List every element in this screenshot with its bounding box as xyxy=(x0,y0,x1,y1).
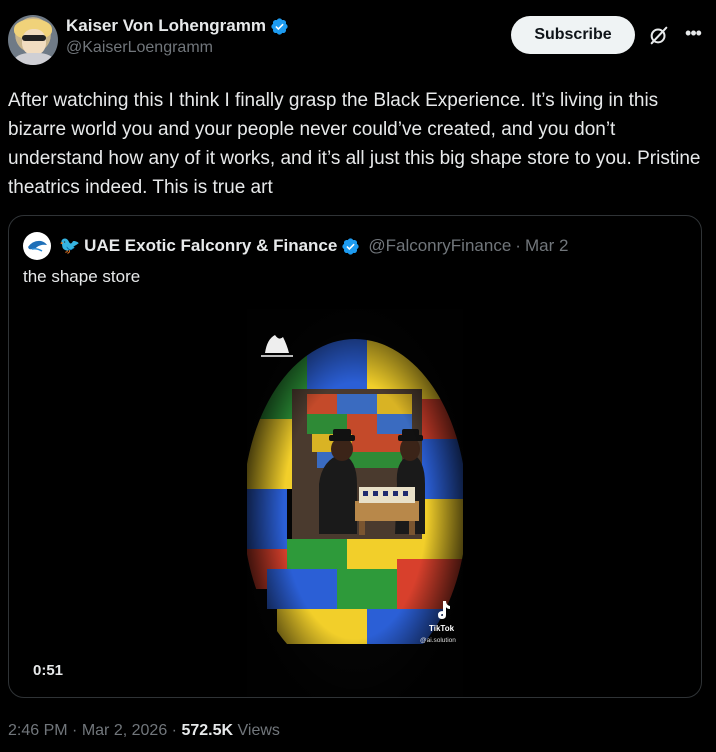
quoted-date[interactable]: Mar 2 xyxy=(525,236,568,256)
separator-dot: · xyxy=(171,722,177,739)
video-thumbnail: TikTok @ai.solution xyxy=(247,309,463,697)
quoted-tweet-text: the shape store xyxy=(23,267,141,286)
subscribe-button[interactable]: Subscribe xyxy=(511,16,635,54)
bird-emoji-icon: 🐦 xyxy=(59,236,81,255)
separator-dot: · xyxy=(515,236,521,255)
verified-badge-icon xyxy=(342,237,359,255)
author-name-block: Kaiser Von Lohengramm @KaiserLoengramm xyxy=(66,16,289,57)
video-duration-badge: 0:51 xyxy=(33,662,64,679)
tweet-text: After watching this I think I finally gr… xyxy=(8,90,701,198)
author-handle[interactable]: @KaiserLoengramm xyxy=(66,39,289,57)
quoted-tweet[interactable]: 🐦 UAE Exotic Falconry & Finance @Falconr… xyxy=(8,215,702,698)
quoted-display-name[interactable]: UAE Exotic Falconry & Finance xyxy=(84,236,337,256)
quoted-handle[interactable]: @FalconryFinance xyxy=(368,236,511,256)
quoted-tweet-header: 🐦 UAE Exotic Falconry & Finance @Falconr… xyxy=(23,232,568,260)
tweet-metadata: 2:46 PM · Mar 2, 2026 · 572.5K Views xyxy=(8,722,280,740)
tweet-header: Kaiser Von Lohengramm @KaiserLoengramm S… xyxy=(8,12,708,68)
author-avatar[interactable] xyxy=(8,15,58,65)
views-label: Views xyxy=(237,722,280,739)
more-horizontal-icon[interactable]: ••• xyxy=(680,22,706,48)
views-count: 572.5K xyxy=(181,722,234,739)
separator-dot: · xyxy=(72,722,78,739)
video-player[interactable]: TikTok @ai.solution xyxy=(247,309,463,697)
post-date[interactable]: Mar 2, 2026 xyxy=(82,722,167,739)
author-display-name[interactable]: Kaiser Von Lohengramm xyxy=(66,16,266,36)
verified-badge-icon xyxy=(271,17,288,35)
tiktok-watermark: TikTok xyxy=(429,624,455,633)
grok-icon[interactable] xyxy=(648,24,670,46)
post-time[interactable]: 2:46 PM xyxy=(8,722,68,739)
tiktok-watermark-user: @ai.solution xyxy=(420,637,456,644)
falcon-logo-icon[interactable] xyxy=(23,232,51,260)
